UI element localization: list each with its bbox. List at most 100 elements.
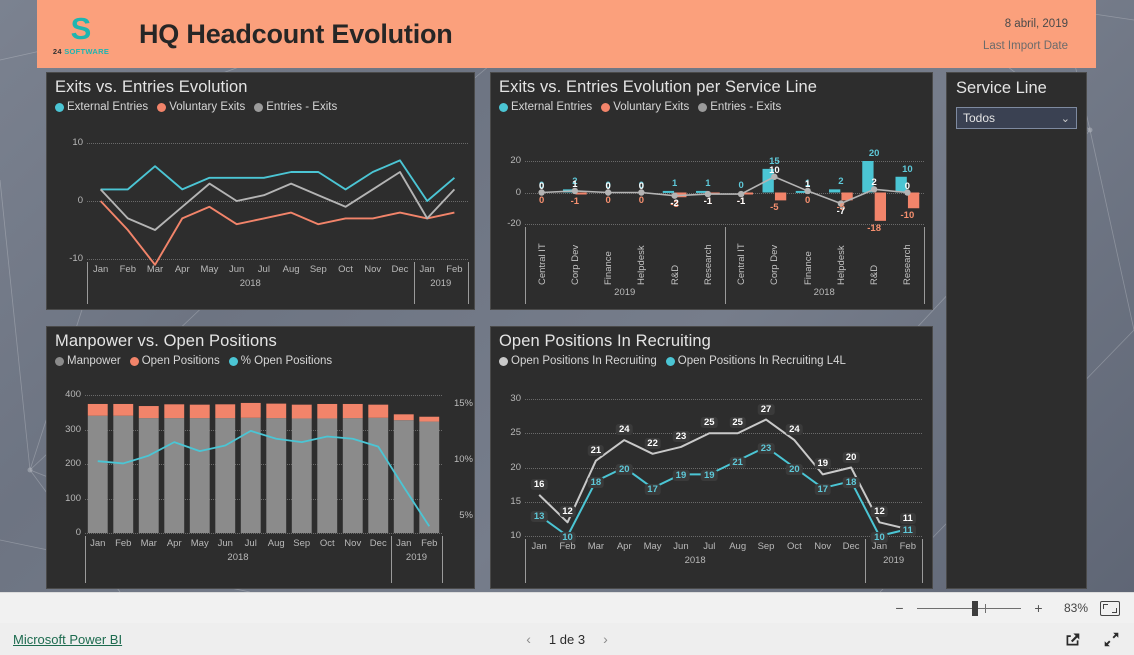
bar[interactable]: [266, 418, 287, 533]
series-line[interactable]: [99, 171, 456, 231]
data-label: -1: [570, 196, 580, 208]
x-axis-tick-label: Feb: [421, 538, 438, 549]
visual-exits-entries-evolution[interactable]: Exits vs. Entries Evolution External Ent…: [46, 72, 475, 310]
bar[interactable]: [138, 406, 159, 419]
visual-exits-entries-per-service-line[interactable]: Exits vs. Entries Evolution per Service …: [490, 72, 933, 310]
slicer-dropdown[interactable]: Todos ⌄: [956, 107, 1077, 129]
zoom-slider-thumb[interactable]: [972, 600, 978, 616]
bar[interactable]: [419, 416, 440, 422]
bar[interactable]: [87, 403, 108, 416]
data-label: 20: [868, 148, 880, 159]
x-axis-tick-label: Corp Dev: [769, 244, 781, 285]
bar[interactable]: [189, 418, 210, 533]
x-axis-tick-label: Feb: [115, 538, 132, 549]
chevron-right-icon[interactable]: ›: [603, 631, 608, 647]
legend-swatch-icon: [499, 102, 508, 112]
legend-item[interactable]: Manpower: [55, 355, 121, 367]
axis-separator: [442, 536, 443, 583]
legend-swatch-icon: [254, 102, 264, 112]
fullscreen-icon[interactable]: [1103, 631, 1120, 648]
bar[interactable]: [291, 418, 312, 533]
visual-open-positions-in-recruiting[interactable]: Open Positions In Recruiting Open Positi…: [490, 326, 933, 589]
zoom-out-button[interactable]: −: [894, 600, 905, 616]
bar[interactable]: [368, 404, 389, 418]
chevron-down-icon: ⌄: [1060, 112, 1070, 125]
legend-item[interactable]: Voluntary Exits: [157, 101, 245, 113]
legend-item[interactable]: % Open Positions: [228, 355, 332, 367]
bar[interactable]: [189, 404, 210, 419]
bar[interactable]: [291, 404, 312, 419]
x-axis-group-label: 2019: [430, 278, 452, 289]
zoom-in-button[interactable]: +: [1033, 600, 1044, 616]
bar[interactable]: [393, 414, 414, 421]
data-label: -7: [836, 205, 846, 217]
axis-separator: [525, 227, 526, 304]
data-label: 0: [904, 180, 911, 192]
x-axis-tick-label: Mar: [146, 264, 164, 275]
x-axis-tick-label: Central IT: [536, 243, 548, 285]
x-axis-tick-label: Jan: [90, 538, 106, 549]
powerbi-link[interactable]: Microsoft Power BI: [13, 632, 122, 647]
bar[interactable]: [138, 418, 159, 533]
bar[interactable]: [113, 403, 134, 416]
data-label: -2: [670, 197, 679, 209]
legend-label: Manpower: [67, 355, 121, 367]
data-label: 1: [671, 177, 678, 189]
legend-item[interactable]: Entries - Exits: [698, 101, 781, 113]
pager: ‹ 1 de 3 ›: [526, 631, 608, 647]
series-line[interactable]: [99, 200, 455, 266]
zoom-slider[interactable]: [917, 600, 1021, 616]
zoom-toolbar[interactable]: − + 83%: [0, 592, 1134, 623]
data-label: 12: [871, 506, 888, 518]
x-axis-tick-label: Mar: [587, 541, 605, 552]
slicer-title: Service Line: [956, 79, 1047, 97]
plot-area: 20 0 -20 0 2 0 0 1 1 0 15 1 2 20 10 0 -1 0 0 -3 -1 -1 -5 0 -5 -18…: [491, 131, 934, 309]
bar[interactable]: [342, 403, 363, 419]
bar[interactable]: [774, 192, 787, 201]
bar[interactable]: [164, 418, 185, 533]
fit-to-page-icon[interactable]: [1100, 600, 1120, 616]
slicer-selected-value: Todos: [963, 111, 996, 125]
data-label: 0: [538, 180, 545, 192]
legend-item[interactable]: Open Positions In Recruiting L4L: [665, 355, 846, 367]
data-label: 19: [701, 470, 718, 482]
bar[interactable]: [317, 403, 338, 419]
legend-item[interactable]: External Entries: [499, 101, 592, 113]
bar[interactable]: [266, 403, 287, 419]
x-axis-group-label: 2019: [883, 555, 905, 566]
x-axis-tick-label: Jan: [419, 264, 435, 275]
legend-item[interactable]: Voluntary Exits: [601, 101, 689, 113]
bar[interactable]: [829, 189, 841, 193]
bar[interactable]: [240, 402, 261, 418]
legend-swatch-icon: [665, 356, 675, 366]
bar[interactable]: [164, 404, 185, 419]
legend-label: Voluntary Exits: [169, 101, 246, 113]
visual-manpower-vs-open-positions[interactable]: Manpower vs. Open Positions Manpower Ope…: [46, 326, 475, 589]
bar[interactable]: [907, 192, 920, 209]
slicer-service-line[interactable]: Service Line Todos ⌄: [946, 72, 1087, 589]
series-line[interactable]: [538, 418, 909, 531]
x-axis-tick-label: Oct: [786, 541, 802, 552]
axis-separator: [85, 536, 86, 583]
series-line[interactable]: [100, 159, 456, 202]
bar[interactable]: [215, 404, 236, 419]
share-icon[interactable]: [1064, 631, 1081, 648]
data-label: -1: [703, 196, 713, 208]
legend-item[interactable]: Open Positions: [129, 355, 220, 367]
bar[interactable]: [368, 417, 389, 533]
bar[interactable]: [342, 418, 363, 533]
x-axis-tick-label: Sep: [757, 541, 775, 552]
bar[interactable]: [215, 418, 236, 533]
bar[interactable]: [113, 415, 134, 533]
bar[interactable]: [874, 192, 886, 221]
x-axis-group-label: 2019: [614, 287, 636, 298]
bar[interactable]: [662, 190, 675, 193]
legend-label: Open Positions In Recruiting: [511, 355, 657, 367]
legend-item[interactable]: Entries - Exits: [254, 101, 337, 113]
legend-item[interactable]: External Entries: [55, 101, 148, 113]
chevron-left-icon[interactable]: ‹: [526, 631, 531, 647]
x-axis-tick-label: Dec: [369, 538, 387, 549]
legend-item[interactable]: Open Positions In Recruiting: [499, 355, 657, 367]
bar[interactable]: [87, 415, 108, 533]
data-label: 16: [530, 478, 548, 490]
